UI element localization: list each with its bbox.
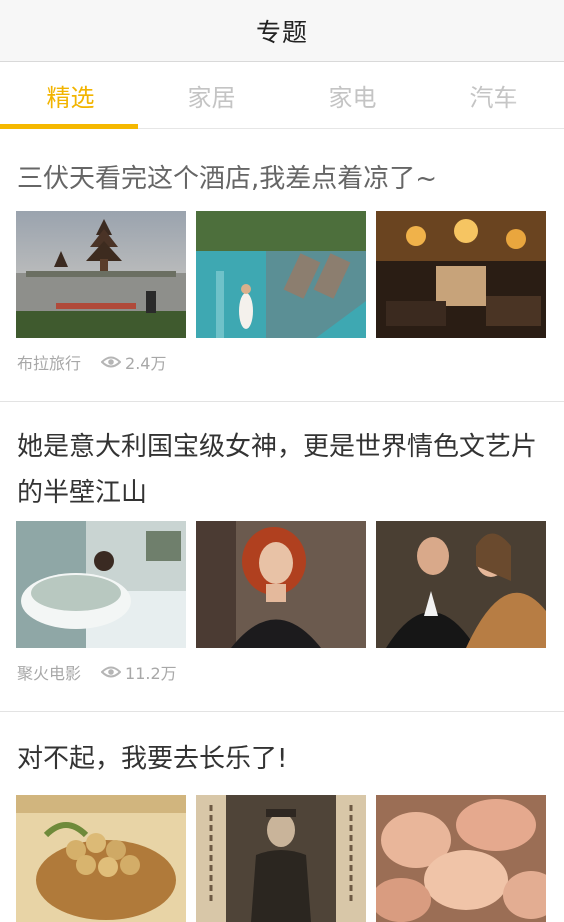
tab-home[interactable]: 家居 [141, 62, 282, 128]
article-thumbnails [16, 211, 547, 338]
eye-icon [101, 356, 122, 368]
view-count-value: 11.2万 [125, 664, 177, 683]
article-card-1[interactable]: 三伏天看完这个酒店,我差点着凉了~ 布拉旅行 2.4万 [0, 129, 564, 401]
bali-temple-lake-photo [16, 211, 186, 338]
article-source: 布拉旅行 [17, 354, 82, 373]
view-count: 11.2万 [101, 660, 177, 684]
article-title: 三伏天看完这个酒店,我差点着凉了~ [17, 164, 438, 194]
hotel-lobby-interior-photo [376, 211, 546, 338]
article-card-3[interactable]: 对不起，我要去长乐了! [0, 712, 564, 922]
article-card-2[interactable]: 她是意大利国宝级女神，更是世界情色文艺片的半壁江山 聚火电影 11.2万 [0, 402, 564, 711]
article-title: 她是意大利国宝级女神，更是世界情色文艺片的半壁江山 [17, 432, 538, 508]
view-count-value: 2.4万 [125, 354, 167, 373]
view-count: 2.4万 [101, 350, 166, 374]
couple-in-fur-coat-photo [376, 521, 546, 648]
article-title: 对不起，我要去长乐了! [17, 744, 288, 774]
article-thumbnails [16, 521, 547, 648]
woman-in-bathtub-photo [16, 521, 186, 648]
red-haired-actress-photo [196, 521, 366, 648]
tab-featured[interactable]: 精选 [0, 62, 141, 128]
tab-auto[interactable]: 汽车 [423, 62, 564, 128]
tab-appliances[interactable]: 家电 [282, 62, 423, 128]
eye-icon [101, 666, 122, 678]
category-tabs: 精选 家居 家电 汽车 [0, 62, 564, 129]
article-meta: 布拉旅行 2.4万 [17, 349, 166, 375]
article-meta: 聚火电影 11.2万 [17, 659, 177, 685]
resort-pool-woman-photo [196, 211, 366, 338]
top-navigation-bar: 专题 [0, 0, 564, 62]
article-source: 聚火电影 [17, 664, 82, 683]
page-title: 专题 [255, 17, 308, 47]
